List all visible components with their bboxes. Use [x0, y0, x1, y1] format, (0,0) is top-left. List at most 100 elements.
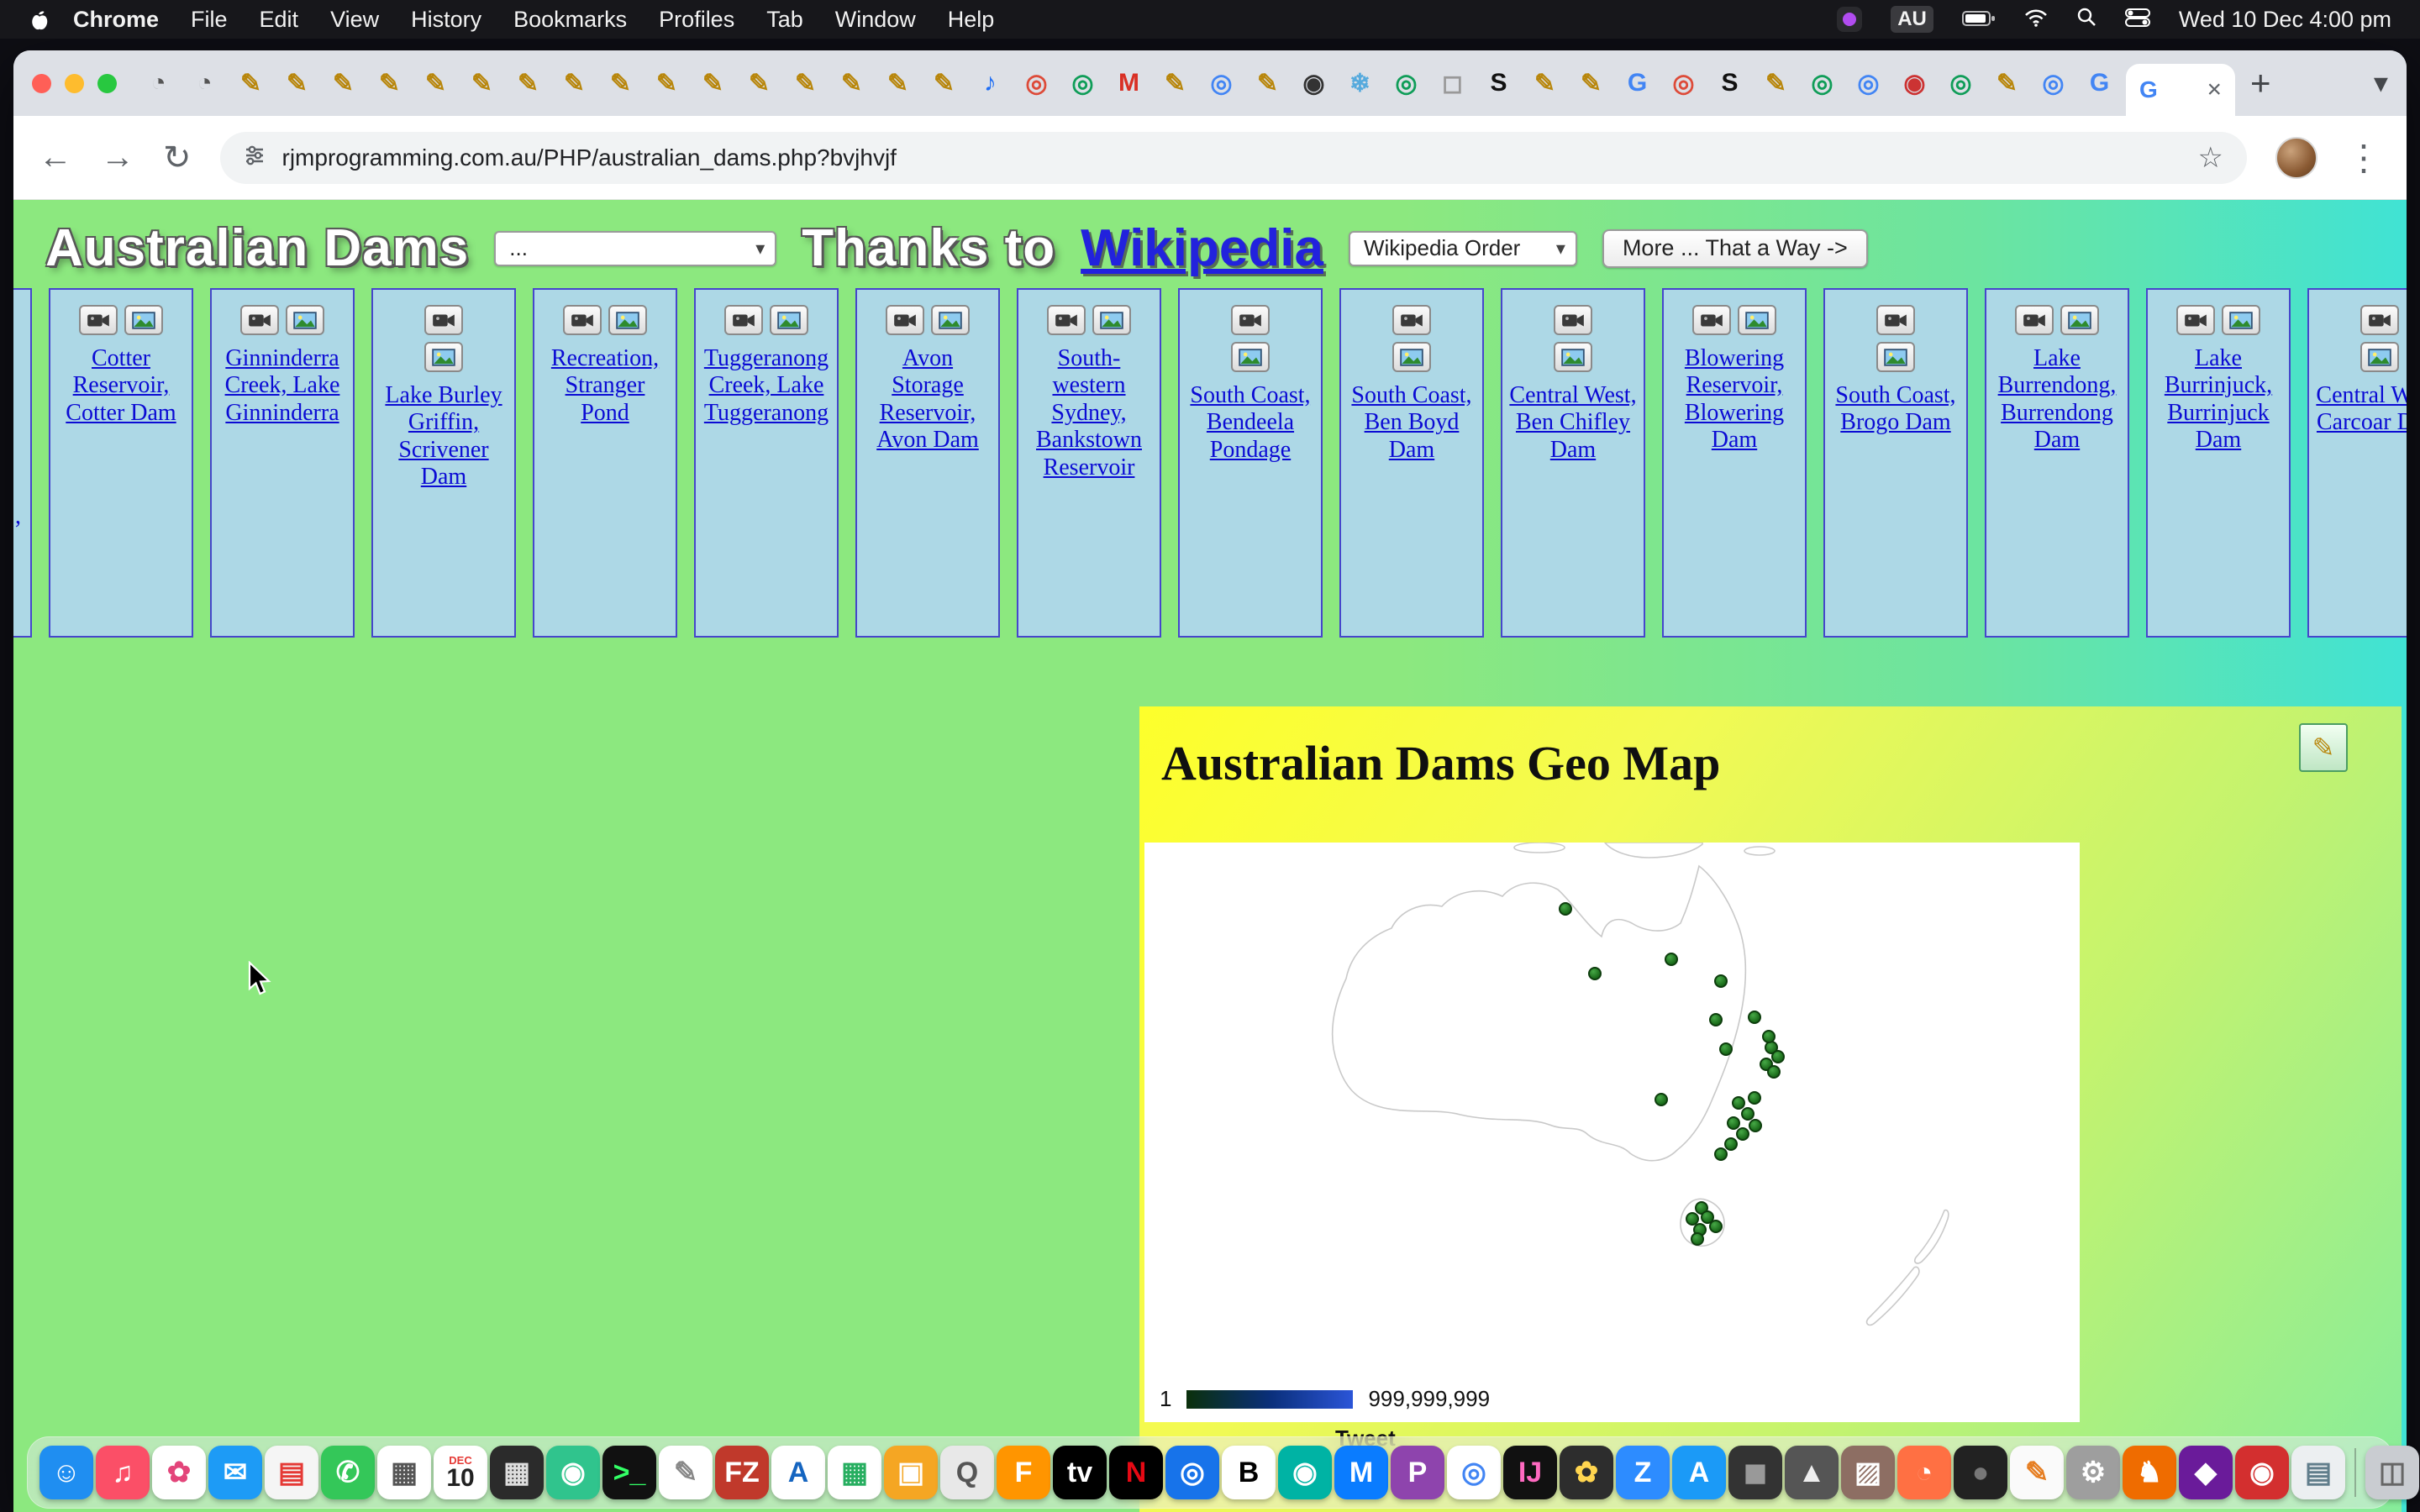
- dam-map-marker[interactable]: [1714, 974, 1728, 988]
- pinned-tab[interactable]: ❄: [1337, 50, 1383, 116]
- wifi-icon[interactable]: [2024, 7, 2048, 33]
- pinned-tab[interactable]: ✎: [274, 50, 320, 116]
- video-icon[interactable]: [240, 305, 279, 335]
- dam-link[interactable]: Cotter Reservoir, Cotter Dam: [57, 345, 185, 427]
- picture-icon[interactable]: [1876, 342, 1915, 372]
- site-settings-icon[interactable]: [244, 144, 266, 171]
- pinned-tab[interactable]: ✎: [921, 50, 967, 116]
- pinned-tab[interactable]: ✎: [551, 50, 597, 116]
- tab-close-icon[interactable]: ×: [2207, 76, 2222, 104]
- dock-icon[interactable]: A: [1672, 1446, 1726, 1499]
- dam-map-marker[interactable]: [1655, 1093, 1668, 1106]
- dock-icon[interactable]: ☺: [39, 1446, 93, 1499]
- dam-map-marker[interactable]: [1588, 967, 1602, 980]
- video-icon[interactable]: [1231, 305, 1270, 335]
- picture-icon[interactable]: [1092, 305, 1131, 335]
- battery-icon[interactable]: [1962, 7, 1996, 33]
- pinned-tab[interactable]: ◎: [1060, 50, 1106, 116]
- pinned-tab[interactable]: ✎: [690, 50, 736, 116]
- dam-link[interactable]: Lake Burrendong, Burrendong Dam: [1993, 345, 2121, 454]
- picture-icon[interactable]: [124, 305, 163, 335]
- pinned-tab[interactable]: ◎: [1799, 50, 1845, 116]
- video-icon[interactable]: [1047, 305, 1086, 335]
- dock-icon[interactable]: ♫: [96, 1446, 150, 1499]
- dock-icon[interactable]: ✎: [2010, 1446, 2064, 1499]
- pinned-tab[interactable]: S: [1476, 50, 1522, 116]
- bookmark-star-icon[interactable]: ☆: [2198, 141, 2223, 175]
- video-icon[interactable]: [724, 305, 763, 335]
- menu-item-window[interactable]: Window: [819, 7, 932, 33]
- video-icon[interactable]: [79, 305, 118, 335]
- input-source-badge[interactable]: AU: [1891, 6, 1933, 33]
- dam-map-marker[interactable]: [1691, 1232, 1704, 1246]
- video-icon[interactable]: [2360, 305, 2399, 335]
- dock-icon[interactable]: Q: [940, 1446, 994, 1499]
- dam-link[interactable]: Central West, Ben Chifley Dam: [1509, 382, 1637, 464]
- order-select[interactable]: Wikipedia Order ▾: [1349, 231, 1577, 266]
- pinned-tab[interactable]: ✎: [459, 50, 505, 116]
- pinned-tab[interactable]: ◎: [2030, 50, 2076, 116]
- pinned-tab[interactable]: ◉: [1291, 50, 1337, 116]
- menu-app-name[interactable]: Chrome: [57, 7, 175, 33]
- pinned-tab[interactable]: ✎: [366, 50, 413, 116]
- pinned-tab[interactable]: ♪: [967, 50, 1013, 116]
- dock-icon[interactable]: F: [997, 1446, 1050, 1499]
- dock-icon[interactable]: ✎: [659, 1446, 713, 1499]
- menu-item-view[interactable]: View: [314, 7, 395, 33]
- dam-link[interactable]: Avon Storage Reservoir, Avon Dam: [864, 345, 992, 454]
- picture-icon[interactable]: [1738, 305, 1776, 335]
- dam-map-marker[interactable]: [1748, 1091, 1761, 1105]
- dock-icon[interactable]: ▤: [265, 1446, 318, 1499]
- url-text[interactable]: rjmprogramming.com.au/PHP/australian_dam…: [282, 144, 2181, 171]
- window-close-button[interactable]: [32, 74, 51, 93]
- picture-icon[interactable]: [424, 342, 463, 372]
- dock-icon[interactable]: ▲: [1785, 1446, 1839, 1499]
- pinned-tab[interactable]: ✎: [829, 50, 875, 116]
- control-center-icon[interactable]: [2125, 7, 2150, 33]
- pinned-tab[interactable]: G: [1614, 50, 1660, 116]
- pinned-tab[interactable]: ◉: [1891, 50, 1938, 116]
- picture-icon[interactable]: [931, 305, 970, 335]
- picture-icon[interactable]: [770, 305, 808, 335]
- menu-item-tab[interactable]: Tab: [750, 7, 819, 33]
- dock-icon[interactable]: ▦: [377, 1446, 431, 1499]
- video-icon[interactable]: [2176, 305, 2215, 335]
- window-zoom-button[interactable]: [97, 74, 117, 93]
- new-tab-button[interactable]: +: [2250, 66, 2271, 101]
- dam-map-marker[interactable]: [1748, 1011, 1761, 1024]
- menu-item-edit[interactable]: Edit: [244, 7, 315, 33]
- dam-link[interactable]: South Coast, Brogo Dam: [1832, 382, 1960, 437]
- more-that-way-button[interactable]: More ... That a Way ->: [1602, 229, 1868, 268]
- picture-icon[interactable]: [1554, 342, 1592, 372]
- pinned-tab[interactable]: ✎: [1152, 50, 1198, 116]
- pinned-tab[interactable]: ✎: [505, 50, 551, 116]
- menu-item-help[interactable]: Help: [932, 7, 1011, 33]
- dock-icon[interactable]: M: [1334, 1446, 1388, 1499]
- window-minimize-button[interactable]: [65, 74, 84, 93]
- spotlight-search-icon[interactable]: [2076, 7, 2096, 33]
- pinned-tab[interactable]: ◎: [1198, 50, 1244, 116]
- pinned-tab[interactable]: ✎: [644, 50, 690, 116]
- pinned-tab[interactable]: ✎: [1244, 50, 1291, 116]
- video-icon[interactable]: [1876, 305, 1915, 335]
- dock-icon[interactable]: B: [1222, 1446, 1276, 1499]
- pinned-tab[interactable]: ◔: [135, 50, 182, 116]
- dock-icon[interactable]: ✉: [208, 1446, 262, 1499]
- dock-icon[interactable]: ◼: [1728, 1446, 1782, 1499]
- dock-icon[interactable]: ▣: [884, 1446, 938, 1499]
- pinned-tab[interactable]: ✎: [736, 50, 782, 116]
- dock-icon[interactable]: IJ: [1503, 1446, 1557, 1499]
- dam-map-marker[interactable]: [1736, 1127, 1749, 1141]
- dam-link[interactable]: Recreation, Stranger Pond: [541, 345, 669, 427]
- video-icon[interactable]: [2015, 305, 2054, 335]
- active-tab[interactable]: G ×: [2126, 64, 2235, 116]
- dam-map-marker[interactable]: [1741, 1107, 1754, 1121]
- pinned-tab[interactable]: ✎: [1522, 50, 1568, 116]
- dam-map-marker[interactable]: [1709, 1013, 1723, 1026]
- pinned-tab[interactable]: ◎: [1938, 50, 1984, 116]
- dock-icon[interactable]: tv: [1053, 1446, 1107, 1499]
- pinned-tab[interactable]: ✎: [320, 50, 366, 116]
- pinned-tab[interactable]: ✎: [1753, 50, 1799, 116]
- dock-icon[interactable]: ◉: [546, 1446, 600, 1499]
- dock-icon[interactable]: ▦: [828, 1446, 881, 1499]
